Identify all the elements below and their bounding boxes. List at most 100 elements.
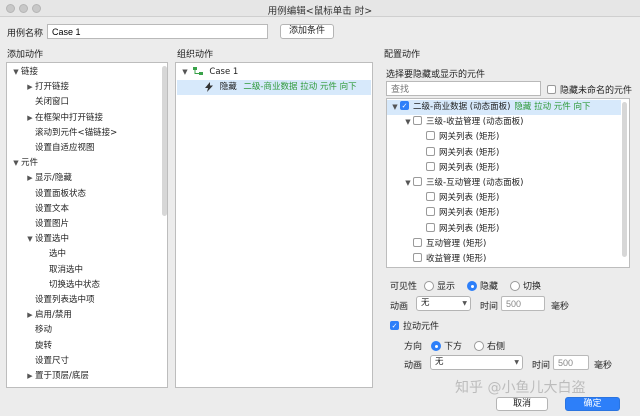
action-item[interactable]: 设置图片 xyxy=(7,217,69,232)
action-category[interactable]: ▼ 链接 xyxy=(7,65,38,80)
direction-right-option[interactable]: 右侧 xyxy=(474,339,505,352)
widget-checkbox[interactable] xyxy=(413,237,422,247)
animation-select[interactable]: 无 ▼ xyxy=(416,296,471,311)
widget-checkbox[interactable] xyxy=(426,222,435,232)
action-item[interactable]: ▶ 显示/隐藏 xyxy=(7,171,72,186)
animation-time-input[interactable] xyxy=(501,296,545,311)
action-label: 滚动到元件<锚链接> xyxy=(35,127,118,138)
expand-arrow-icon[interactable]: ▶ xyxy=(25,171,35,186)
cancel-button[interactable]: 取消 xyxy=(496,397,548,411)
widget-tree-item[interactable]: 互动管理 (矩形) xyxy=(387,237,486,252)
collapse-arrow-icon[interactable]: ▼ xyxy=(403,115,413,130)
action-label: 设置列表选中项 xyxy=(35,295,95,305)
action-item[interactable]: 选中 xyxy=(7,247,66,262)
case-name-label: 用例名称 xyxy=(7,29,44,39)
hide-unnamed-option[interactable]: 隐藏未命名的元件 xyxy=(547,83,632,96)
widget-label: 网关列表 (矩形) xyxy=(439,193,500,204)
action-list-scrollbar[interactable] xyxy=(162,66,167,216)
drag-animation-label: 动画 xyxy=(404,361,423,371)
drag-animation-select[interactable]: 无 ▼ xyxy=(430,355,523,370)
animation-value: 无 xyxy=(421,298,430,308)
action-item[interactable]: 滚动到元件<锚链接> xyxy=(7,126,117,141)
collapse-arrow-icon[interactable]: ▼ xyxy=(11,65,21,80)
action-label: 在框架中打开链接 xyxy=(35,112,104,123)
expand-arrow-icon[interactable]: ▶ xyxy=(25,369,35,384)
action-item[interactable]: ▼ 设置选中 xyxy=(7,232,69,247)
widget-tree-item[interactable]: 网关列表 (矩形) xyxy=(387,191,499,206)
drag-time-input[interactable] xyxy=(553,355,589,370)
action-item[interactable]: 设置列表选中项 xyxy=(7,293,95,308)
action-verb: 隐藏 xyxy=(219,82,237,92)
collapse-arrow-icon[interactable]: ▼ xyxy=(25,232,35,247)
drag-widgets-option[interactable]: ✓ 拉动元件 xyxy=(390,319,439,332)
action-item[interactable]: 设置面板状态 xyxy=(7,187,86,202)
widget-tree-item[interactable]: 网关列表 (矩形) xyxy=(387,222,499,237)
action-label: 链接 xyxy=(21,67,39,77)
widget-checkbox[interactable] xyxy=(426,161,435,171)
visibility-show-option[interactable]: 显示 xyxy=(424,279,455,292)
radio-down[interactable] xyxy=(431,340,441,351)
direction-down-option[interactable]: 下方 xyxy=(431,339,462,352)
radio-right[interactable] xyxy=(474,340,484,351)
radio-toggle[interactable] xyxy=(510,280,520,291)
drag-widgets-checkbox[interactable]: ✓ xyxy=(390,321,399,330)
action-item[interactable]: 取消选中 xyxy=(7,263,83,278)
case-icon xyxy=(192,67,203,75)
collapse-arrow-icon[interactable]: ▼ xyxy=(11,156,21,171)
widget-checkbox[interactable] xyxy=(413,253,422,262)
visibility-hide-option[interactable]: 隐藏 xyxy=(467,279,498,292)
drag-widgets-label: 拉动元件 xyxy=(403,322,440,332)
action-item[interactable]: ▶ 在框架中打开链接 xyxy=(7,111,103,126)
widget-checkbox[interactable] xyxy=(426,192,435,202)
widget-tree-item[interactable]: 网关列表 (矩形) xyxy=(387,146,499,161)
widget-tree-item[interactable]: ▼ 三级-收益管理 (动态面板) xyxy=(387,115,523,130)
expand-arrow-icon[interactable]: ▶ xyxy=(25,80,35,95)
action-item[interactable]: 设置尺寸 xyxy=(7,354,69,369)
action-item[interactable]: 切换选中状态 xyxy=(7,278,100,293)
hide-unnamed-checkbox[interactable] xyxy=(547,85,556,94)
widget-checkbox[interactable] xyxy=(426,131,435,141)
action-label: 设置文本 xyxy=(35,203,70,214)
action-category[interactable]: ▼ 元件 xyxy=(7,156,38,171)
action-item[interactable]: ▶ 置于顶层/底层 xyxy=(7,369,89,384)
collapse-arrow-icon[interactable]: ▼ xyxy=(390,100,400,115)
add-condition-button[interactable]: 添加条件 xyxy=(280,24,334,39)
widget-tree-item[interactable]: 网关列表 (矩形) xyxy=(387,130,499,145)
ok-button[interactable]: 确定 xyxy=(565,397,620,411)
radio-show[interactable] xyxy=(424,280,434,291)
radio-hide[interactable] xyxy=(467,280,477,291)
collapse-arrow-icon[interactable]: ▼ xyxy=(180,65,190,80)
widget-tree-scrollbar[interactable] xyxy=(622,102,627,257)
case-node[interactable]: ▼ Case 1 xyxy=(180,65,238,80)
widget-label: 网关列表 (矩形) xyxy=(439,162,500,173)
search-input[interactable] xyxy=(386,81,541,96)
widget-tree-item[interactable]: 网关列表 (矩形) xyxy=(387,206,499,221)
action-item[interactable]: 设置自适应视图 xyxy=(7,141,95,156)
action-item[interactable]: 旋转 xyxy=(7,339,52,354)
action-item[interactable]: 关闭窗口 xyxy=(7,95,69,110)
widget-checkbox[interactable] xyxy=(413,177,422,186)
action-item[interactable]: ▶ 打开链接 xyxy=(7,80,69,95)
action-item[interactable]: ▶ 启用/禁用 xyxy=(7,308,72,323)
widget-label: 互动管理 (矩形) xyxy=(426,238,487,249)
widget-tree-item[interactable]: 收益管理 (矩形) xyxy=(387,252,486,267)
action-list-panel: ▼ 链接 ▶ 打开链接 关闭窗口 ▶ 在框架中打开链接 滚动到元件<锚链接> 设置自适应视图 ▼ 元… xyxy=(6,62,168,388)
action-item[interactable]: 设置文本 xyxy=(7,202,69,217)
widget-checkbox[interactable] xyxy=(413,116,422,126)
case-name-input[interactable] xyxy=(47,24,268,39)
widget-checkbox[interactable]: ✓ xyxy=(400,101,409,110)
widget-tree-item[interactable]: 网关列表 (矩形) xyxy=(387,161,499,176)
expand-arrow-icon[interactable]: ▶ xyxy=(25,308,35,323)
visibility-toggle-option[interactable]: 切换 xyxy=(510,279,541,292)
expand-arrow-icon[interactable]: ▶ xyxy=(25,111,35,126)
widget-tree-item[interactable]: ▼ ✓ 二级-商业数据 (动态面板) 隐藏 拉动 元件 向下 xyxy=(387,100,621,115)
action-item-hide[interactable]: 隐藏 二级-商业数据 拉动 元件 向下 xyxy=(177,80,371,95)
widget-tree-item[interactable]: ▼ 三级-互动管理 (动态面板) xyxy=(387,176,523,191)
show-label: 显示 xyxy=(437,282,456,292)
widget-checkbox[interactable] xyxy=(426,207,435,217)
widget-checkbox[interactable] xyxy=(426,146,435,156)
action-item[interactable]: 移动 xyxy=(7,323,52,338)
add-action-header: 添加动作 xyxy=(7,50,44,60)
window-title: 用例编辑<鼠标单击 时> xyxy=(267,6,373,17)
collapse-arrow-icon[interactable]: ▼ xyxy=(403,176,413,191)
